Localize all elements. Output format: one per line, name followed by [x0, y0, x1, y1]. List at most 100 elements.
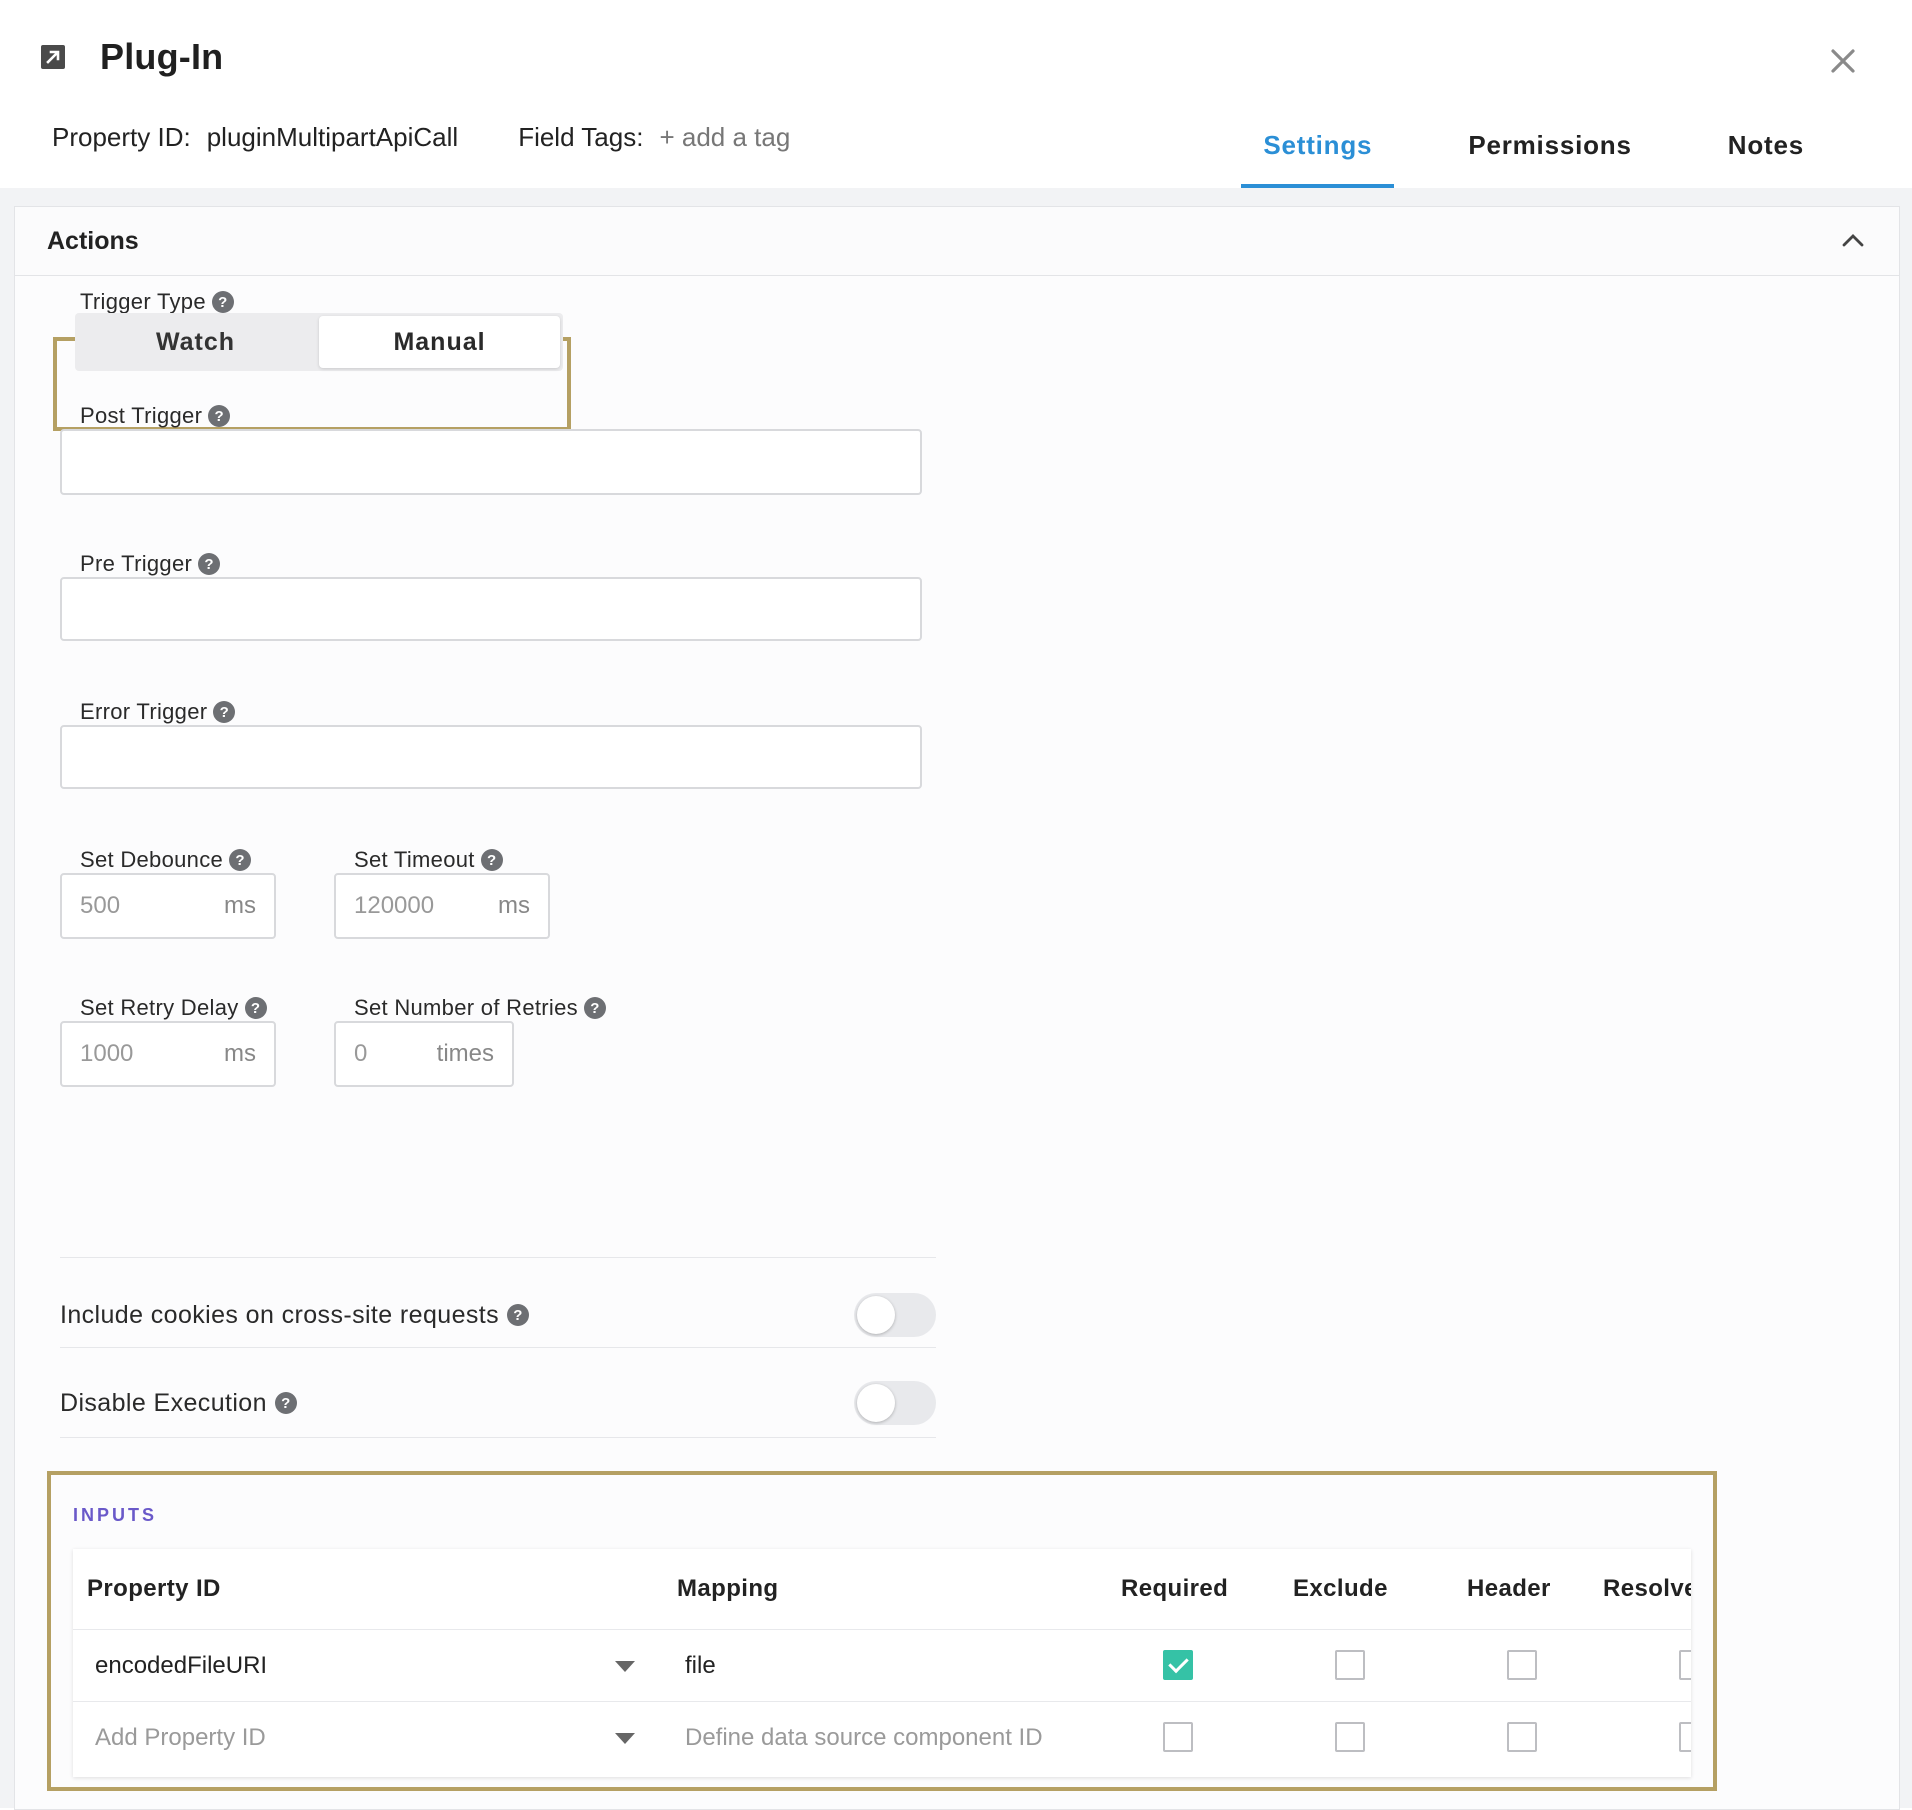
- dialog-title: Plug-In: [100, 36, 224, 77]
- required-checkbox[interactable]: [1163, 1722, 1193, 1752]
- pre-trigger-label-text: Pre Trigger: [80, 551, 193, 576]
- help-icon[interactable]: ?: [213, 701, 236, 723]
- divider: [60, 1257, 936, 1258]
- retry-delay-value: 1000: [80, 1040, 134, 1067]
- timeout-value: 120000: [354, 892, 435, 919]
- post-trigger-label-text: Post Trigger: [80, 403, 203, 428]
- exclude-checkbox[interactable]: [1335, 1722, 1365, 1752]
- column-header-header: Header: [1467, 1575, 1551, 1602]
- timeout-label-text: Set Timeout: [354, 847, 475, 872]
- add-property-id-input[interactable]: Add Property ID: [95, 1702, 266, 1774]
- trigger-manual-button[interactable]: Manual: [319, 316, 560, 368]
- trigger-type-toggle: Watch Manual: [75, 313, 563, 371]
- error-trigger-input[interactable]: [60, 725, 922, 789]
- retries-unit: times: [436, 1040, 494, 1067]
- toggle-knob: [857, 1384, 895, 1422]
- meta-row: Property ID: pluginMultipartApiCall Fiel…: [52, 122, 790, 153]
- resolve-checkbox[interactable]: [1679, 1722, 1691, 1752]
- retries-value: 0: [354, 1040, 368, 1067]
- debounce-label-text: Set Debounce: [80, 847, 224, 872]
- row-mapping[interactable]: file: [685, 1630, 716, 1702]
- help-icon[interactable]: ?: [229, 849, 252, 871]
- column-header-mapping: Mapping: [677, 1575, 779, 1602]
- trigger-type-label: Trigger Type ?: [80, 289, 234, 315]
- retry-delay-input[interactable]: 1000 ms: [60, 1021, 276, 1087]
- timeout-input[interactable]: 120000 ms: [334, 873, 550, 939]
- actions-panel-header[interactable]: Actions: [15, 207, 1899, 276]
- header-checkbox[interactable]: [1507, 1650, 1537, 1680]
- mapping-input[interactable]: Define data source component ID: [685, 1702, 1043, 1774]
- debounce-unit: ms: [224, 892, 256, 919]
- inputs-table: Property ID Mapping Required Exclude Hea…: [73, 1549, 1691, 1777]
- column-header-resolve: Resolve: [1603, 1575, 1691, 1602]
- post-trigger-label: Post Trigger ?: [80, 403, 231, 429]
- caret-down-icon[interactable]: [615, 1661, 635, 1672]
- column-header-property-id: Property ID: [87, 1575, 221, 1602]
- disable-execution-toggle[interactable]: [854, 1381, 936, 1425]
- divider: [60, 1347, 936, 1348]
- include-cookies-label-text: Include cookies on cross-site requests: [60, 1300, 500, 1329]
- retries-input[interactable]: 0 times: [334, 1021, 514, 1087]
- help-icon[interactable]: ?: [244, 997, 267, 1019]
- tab-notes[interactable]: Notes: [1706, 114, 1826, 188]
- pre-trigger-label: Pre Trigger ?: [80, 551, 221, 577]
- close-icon[interactable]: [1826, 44, 1860, 78]
- column-header-required: Required: [1121, 1575, 1229, 1602]
- tab-permissions[interactable]: Permissions: [1446, 114, 1653, 188]
- post-trigger-input[interactable]: [60, 429, 922, 495]
- field-tags-label: Field Tags:: [518, 122, 644, 152]
- trigger-watch-button[interactable]: Watch: [75, 313, 316, 371]
- retry-delay-label-text: Set Retry Delay: [80, 995, 239, 1020]
- resolve-checkbox[interactable]: [1679, 1650, 1691, 1680]
- help-icon[interactable]: ?: [211, 291, 234, 313]
- table-row: Add Property ID Define data source compo…: [73, 1701, 1691, 1774]
- chevron-up-icon[interactable]: [1839, 227, 1867, 255]
- retry-delay-unit: ms: [224, 1040, 256, 1067]
- retry-delay-label: Set Retry Delay ?: [80, 995, 267, 1021]
- external-link-square-icon: [41, 45, 65, 69]
- row-property-id[interactable]: encodedFileURI: [95, 1630, 267, 1702]
- inputs-title: INPUTS: [73, 1505, 158, 1525]
- add-tag-link[interactable]: + add a tag: [659, 122, 790, 153]
- actions-title: Actions: [47, 226, 139, 255]
- error-trigger-label: Error Trigger ?: [80, 699, 236, 725]
- help-icon[interactable]: ?: [480, 849, 503, 871]
- dialog-header: Plug-In Property ID: pluginMultipartApiC…: [0, 0, 1912, 188]
- error-trigger-label-text: Error Trigger: [80, 699, 208, 724]
- disable-execution-row: Disable Execution ?: [60, 1359, 936, 1447]
- help-icon[interactable]: ?: [198, 553, 221, 575]
- actions-panel: Actions Trigger Type ? Watch Manual Post…: [14, 206, 1900, 1810]
- property-id-label: Property ID:: [52, 122, 191, 152]
- retries-label: Set Number of Retries ?: [354, 995, 606, 1021]
- trigger-type-label-text: Trigger Type: [80, 289, 206, 314]
- debounce-label: Set Debounce ?: [80, 847, 252, 873]
- property-id-value: pluginMultipartApiCall: [206, 122, 459, 152]
- toggle-knob: [857, 1296, 895, 1334]
- table-row: encodedFileURI file: [73, 1629, 1691, 1702]
- help-icon[interactable]: ?: [274, 1392, 297, 1414]
- exclude-checkbox[interactable]: [1335, 1650, 1365, 1680]
- dialog-body: Actions Trigger Type ? Watch Manual Post…: [0, 188, 1912, 1810]
- debounce-input[interactable]: 500 ms: [60, 873, 276, 939]
- include-cookies-label: Include cookies on cross-site requests ?: [60, 1300, 530, 1330]
- tab-bar: Settings Permissions Notes: [1241, 114, 1826, 188]
- pre-trigger-input[interactable]: [60, 577, 922, 641]
- help-icon[interactable]: ?: [507, 1304, 530, 1326]
- title-row: Plug-In: [40, 36, 223, 78]
- retries-label-text: Set Number of Retries: [354, 995, 578, 1020]
- caret-down-icon[interactable]: [615, 1733, 635, 1744]
- include-cookies-toggle[interactable]: [854, 1293, 936, 1337]
- header-checkbox[interactable]: [1507, 1722, 1537, 1752]
- tab-settings[interactable]: Settings: [1241, 114, 1395, 188]
- disable-execution-label: Disable Execution ?: [60, 1389, 297, 1418]
- timeout-label: Set Timeout ?: [354, 847, 503, 873]
- disable-execution-label-text: Disable Execution: [60, 1388, 267, 1417]
- include-cookies-row: Include cookies on cross-site requests ?: [60, 1271, 936, 1359]
- debounce-value: 500: [80, 892, 121, 919]
- timeout-unit: ms: [498, 892, 530, 919]
- help-icon[interactable]: ?: [583, 997, 606, 1019]
- required-checkbox[interactable]: [1163, 1650, 1193, 1680]
- divider: [60, 1437, 936, 1438]
- help-icon[interactable]: ?: [208, 405, 231, 427]
- plugin-dialog: Plug-In Property ID: pluginMultipartApiC…: [0, 0, 1912, 1810]
